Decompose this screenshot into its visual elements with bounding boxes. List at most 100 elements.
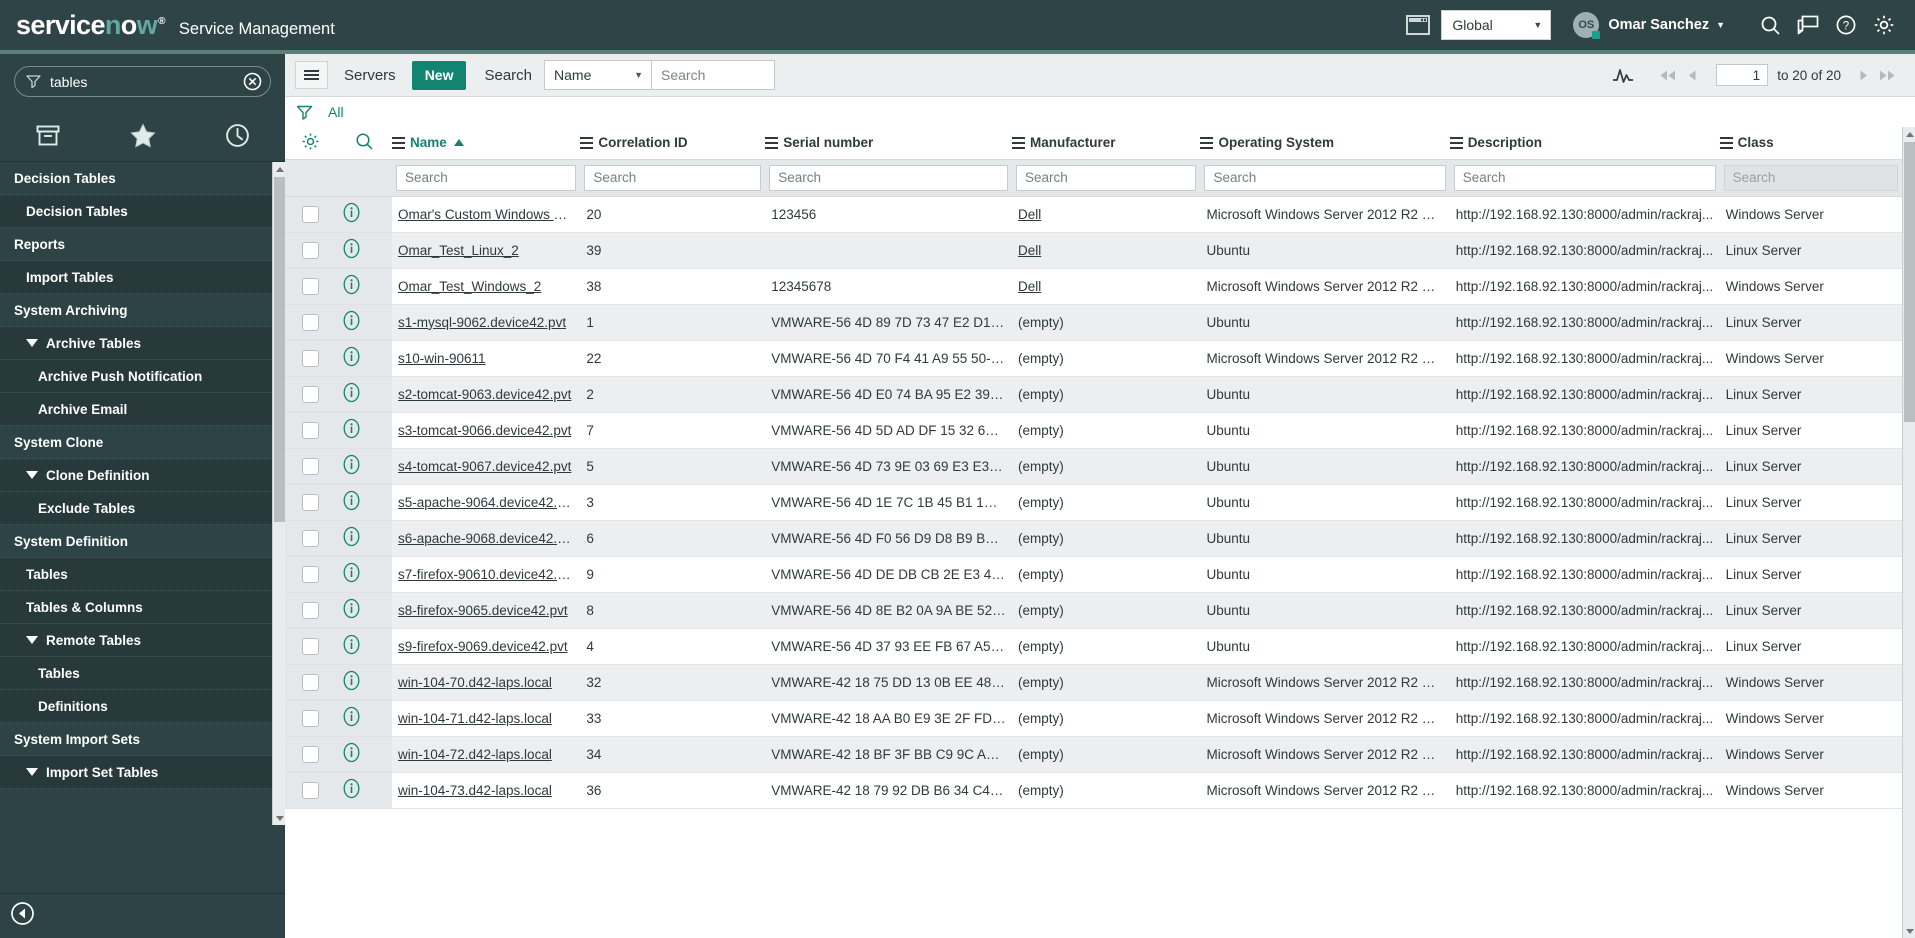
sidebar-item-archive-tables[interactable]: Archive Tables xyxy=(0,327,285,360)
record-name-link[interactable]: s10-win-90611 xyxy=(398,351,486,366)
row-checkbox[interactable] xyxy=(302,745,320,763)
info-icon[interactable] xyxy=(342,346,386,370)
info-icon[interactable] xyxy=(342,562,386,586)
first-page-icon[interactable] xyxy=(1655,69,1681,82)
conversations-icon[interactable] xyxy=(1789,6,1827,44)
info-icon[interactable] xyxy=(342,670,386,694)
application-picker-icon[interactable] xyxy=(1405,14,1431,36)
record-name-link[interactable]: s8-firefox-9065.device42.pvt xyxy=(398,603,568,618)
row-checkbox[interactable] xyxy=(302,241,320,259)
sidebar-filter-box[interactable]: tables xyxy=(14,66,271,97)
sidebar-tab-history[interactable] xyxy=(190,110,285,161)
previous-page-icon[interactable] xyxy=(1684,69,1701,82)
table-row[interactable]: s10-win-90611 22 VMWARE-56 4D 70 F4 41 A9 … xyxy=(285,340,1902,377)
table-row[interactable]: s4-tomcat-9067.device42.pvt 5 VMWARE-56 4D… xyxy=(285,448,1902,485)
sidebar-item-archive-email[interactable]: Archive Email xyxy=(0,393,285,426)
row-checkbox[interactable] xyxy=(302,277,320,295)
grid-scrollbar-thumb[interactable] xyxy=(1904,142,1915,422)
new-button[interactable]: New xyxy=(411,60,467,90)
column-header-class[interactable]: Class xyxy=(1719,127,1902,160)
row-checkbox[interactable] xyxy=(302,529,320,547)
sidebar-item-system-archiving[interactable]: System Archiving xyxy=(0,294,285,327)
table-row[interactable]: s5-apache-9064.device42.pvt 3 VMWARE-56 4D… xyxy=(285,484,1902,521)
clear-circle-icon[interactable] xyxy=(243,72,262,91)
row-checkbox[interactable] xyxy=(302,313,320,331)
grid-scroll-up-icon[interactable] xyxy=(1903,127,1915,141)
sidebar-item-tables-columns[interactable]: Tables & Columns xyxy=(0,591,285,624)
row-checkbox[interactable] xyxy=(302,709,320,727)
table-row[interactable]: s7-firefox-90610.device42.pvt 9 VMWARE-56 … xyxy=(285,556,1902,593)
list-menu-icon[interactable] xyxy=(295,61,328,89)
sidebar-item-tables[interactable]: Tables xyxy=(0,657,285,690)
last-page-icon[interactable] xyxy=(1875,69,1901,82)
sidebar-scroll-up-icon[interactable] xyxy=(273,162,285,176)
row-checkbox[interactable] xyxy=(302,673,320,691)
record-name-link[interactable]: win-104-73.d42-laps.local xyxy=(398,783,552,798)
column-menu-icon[interactable] xyxy=(1012,136,1026,150)
sidebar-item-exclude-tables[interactable]: Exclude Tables xyxy=(0,492,285,525)
record-name-link[interactable]: s5-apache-9064.device42.pvt xyxy=(398,495,575,510)
activity-stream-icon[interactable] xyxy=(1608,66,1638,85)
info-icon[interactable] xyxy=(342,238,386,262)
column-search-input-manufacturer[interactable] xyxy=(1016,164,1197,191)
row-checkbox[interactable] xyxy=(302,493,320,511)
column-header-name[interactable]: Name xyxy=(391,127,581,160)
info-icon[interactable] xyxy=(342,598,386,622)
row-checkbox[interactable] xyxy=(302,637,320,655)
page-number-input[interactable] xyxy=(1716,64,1769,86)
table-row[interactable]: s9-firefox-9069.device42.pvt 4 VMWARE-56 4… xyxy=(285,628,1902,665)
info-icon[interactable] xyxy=(342,778,386,802)
record-name-link[interactable]: Omar's Custom Windows Device xyxy=(398,207,580,222)
search-field-select[interactable]: Name ▼ xyxy=(544,60,653,90)
table-row[interactable]: s8-firefox-9065.device42.pvt 8 VMWARE-56 4… xyxy=(285,592,1902,629)
record-name-link[interactable]: win-104-70.d42-laps.local xyxy=(398,675,552,690)
table-row[interactable]: win-104-71.d42-laps.local 33 VMWARE-42 18 … xyxy=(285,700,1902,737)
sidebar-item-definitions[interactable]: Definitions xyxy=(0,690,285,723)
manufacturer-link[interactable]: Dell xyxy=(1018,279,1041,294)
personalize-list-icon[interactable] xyxy=(301,132,320,154)
column-search-input-description[interactable] xyxy=(1453,164,1716,191)
sidebar-scrollbar-thumb[interactable] xyxy=(274,177,285,522)
record-name-link[interactable]: s7-firefox-90610.device42.pvt xyxy=(398,567,575,582)
record-name-link[interactable]: Omar_Test_Linux_2 xyxy=(398,243,519,258)
table-row[interactable]: s3-tomcat-9066.device42.pvt 7 VMWARE-56 4D… xyxy=(285,412,1902,449)
column-search-input-operating_system[interactable] xyxy=(1204,164,1446,191)
info-icon[interactable] xyxy=(342,382,386,406)
row-checkbox[interactable] xyxy=(302,205,320,223)
info-icon[interactable] xyxy=(342,706,386,730)
sidebar-item-remote-tables[interactable]: Remote Tables xyxy=(0,624,285,657)
application-scope-select[interactable]: Global ▼ xyxy=(1441,10,1552,40)
toggle-search-icon[interactable] xyxy=(355,132,374,154)
sidebar-item-import-set-tables[interactable]: Import Set Tables xyxy=(0,756,285,789)
record-name-link[interactable]: Omar_Test_Windows_2 xyxy=(398,279,541,294)
manufacturer-link[interactable]: Dell xyxy=(1018,243,1041,258)
sidebar-item-archive-push-notification[interactable]: Archive Push Notification xyxy=(0,360,285,393)
table-row[interactable]: Omar's Custom Windows Device 20 123456 Dell… xyxy=(285,196,1902,233)
row-checkbox[interactable] xyxy=(302,349,320,367)
info-icon[interactable] xyxy=(342,454,386,478)
row-checkbox[interactable] xyxy=(302,781,320,799)
column-search-input-serial_number[interactable] xyxy=(769,164,1009,191)
sidebar-scroll-down-icon[interactable] xyxy=(273,811,285,825)
grid-scroll-down-icon[interactable] xyxy=(1903,924,1915,938)
column-menu-icon[interactable] xyxy=(1200,136,1214,150)
column-header-correlation_id[interactable]: Correlation ID xyxy=(580,127,766,160)
sidebar-item-decision-tables[interactable]: Decision Tables xyxy=(0,195,285,228)
info-icon[interactable] xyxy=(342,490,386,514)
record-name-link[interactable]: win-104-72.d42-laps.local xyxy=(398,747,552,762)
info-icon[interactable] xyxy=(342,310,386,334)
column-menu-icon[interactable] xyxy=(1449,136,1463,150)
next-page-icon[interactable] xyxy=(1855,69,1872,82)
sidebar-item-tables[interactable]: Tables xyxy=(0,558,285,591)
info-icon[interactable] xyxy=(342,634,386,658)
record-name-link[interactable]: s6-apache-9068.device42.pvt xyxy=(398,531,575,546)
record-name-link[interactable]: s3-tomcat-9066.device42.pvt xyxy=(398,423,571,438)
table-row[interactable]: Omar_Test_Linux_2 39 Dell Ubuntu http://192.… xyxy=(285,232,1902,269)
row-checkbox[interactable] xyxy=(302,457,320,475)
table-row[interactable]: win-104-73.d42-laps.local 36 VMWARE-42 18 … xyxy=(285,772,1902,809)
column-header-serial_number[interactable]: Serial number xyxy=(765,127,1013,160)
row-checkbox[interactable] xyxy=(302,601,320,619)
brand[interactable]: servicenow® Service Management xyxy=(0,11,335,39)
sidebar-scrollbar[interactable] xyxy=(272,162,285,825)
breadcrumb-all[interactable]: All xyxy=(328,104,344,120)
